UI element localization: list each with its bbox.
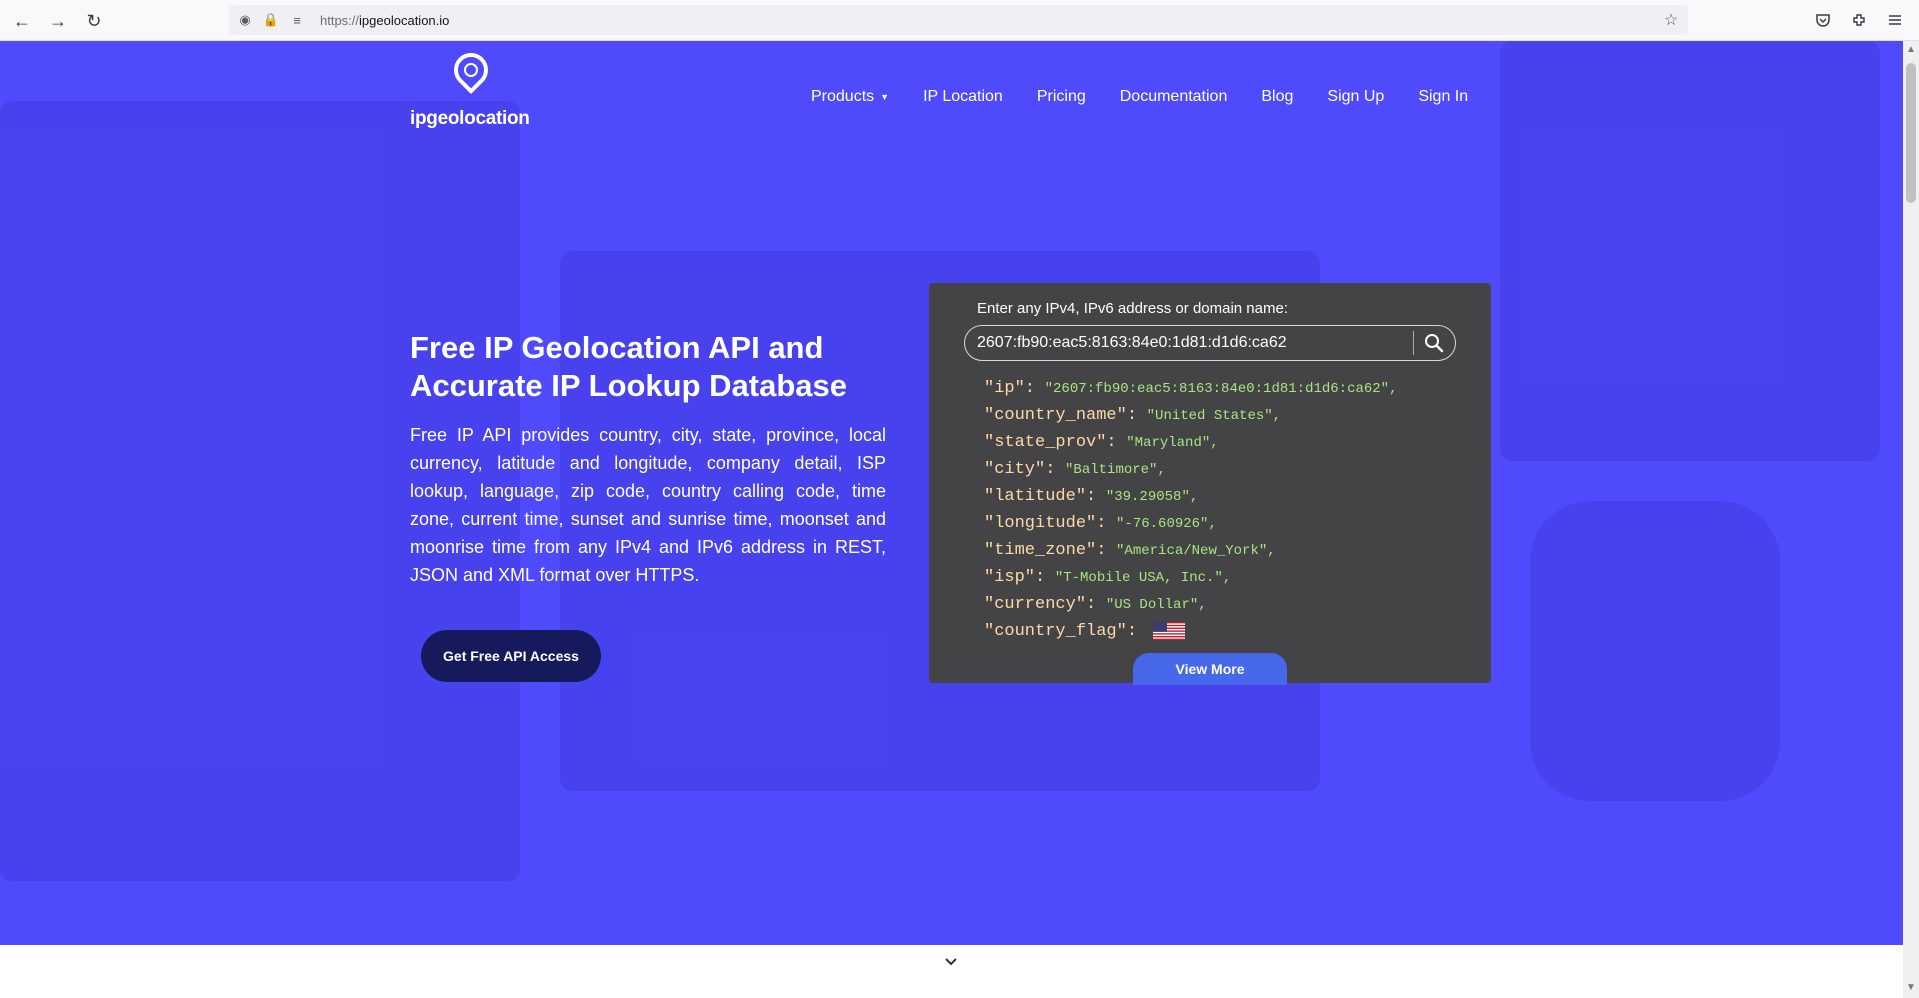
json-row: "ip": "2607:fb90:eac5:8163:84e0:1d81:d1d… xyxy=(984,379,1398,398)
pocket-icon[interactable] xyxy=(1812,9,1834,31)
lookup-field xyxy=(964,325,1456,361)
extensions-icon[interactable] xyxy=(1848,9,1870,31)
chevron-down-icon[interactable] xyxy=(944,955,958,969)
logo-text: ipgeolocation xyxy=(410,108,530,129)
nav-products-label: Products xyxy=(811,88,875,105)
hero-description: Free IP API provides country, city, stat… xyxy=(410,425,886,585)
background-shape xyxy=(1530,501,1780,801)
background-shape xyxy=(1500,41,1880,461)
nav-documentation[interactable]: Documentation xyxy=(1120,88,1228,106)
scroll-down-icon[interactable]: ▼ xyxy=(1906,983,1916,993)
view-more-button[interactable]: View More xyxy=(1133,653,1287,685)
menu-icon[interactable] xyxy=(1884,9,1906,31)
json-row: "latitude": "39.29058", xyxy=(984,487,1199,506)
page-below-fold xyxy=(0,945,1903,998)
nav-sign-up[interactable]: Sign Up xyxy=(1327,88,1384,106)
shield-icon[interactable]: ◉ xyxy=(237,12,253,28)
get-free-api-access-button[interactable]: Get Free API Access xyxy=(421,630,601,682)
json-result: "ip": "2607:fb90:eac5:8163:84e0:1d81:d1d… xyxy=(984,375,1397,645)
ip-lookup-panel: Enter any IPv4, IPv6 address or domain n… xyxy=(929,283,1491,685)
json-row: "currency": "US Dollar", xyxy=(984,595,1207,614)
us-flag-icon xyxy=(1152,621,1185,640)
main-nav: Products ▼ IP Location Pricing Documentat… xyxy=(811,88,1502,106)
address-bar[interactable]: ◉ 🔒 ≡ https://ipgeolocation.io ☆ xyxy=(229,5,1688,35)
nav-ip-location[interactable]: IP Location xyxy=(923,88,1003,106)
lookup-label: Enter any IPv4, IPv6 address or domain n… xyxy=(977,300,1288,317)
json-row: "isp": "T-Mobile USA, Inc.", xyxy=(984,568,1232,587)
nav-products[interactable]: Products ▼ xyxy=(811,88,889,106)
nav-blog[interactable]: Blog xyxy=(1261,88,1293,106)
hero-section: ipgeolocation Products ▼ IP Location Pric… xyxy=(0,41,1903,945)
lock-icon[interactable]: 🔒 xyxy=(263,12,279,28)
reload-icon[interactable]: ↻ xyxy=(82,9,106,33)
globe-icon xyxy=(464,63,478,77)
url-text[interactable]: https://ipgeolocation.io xyxy=(320,13,449,28)
nav-sign-in[interactable]: Sign In xyxy=(1418,88,1468,106)
bookmark-star-icon[interactable]: ☆ xyxy=(1663,12,1679,29)
json-row: "city": "Baltimore", xyxy=(984,460,1166,479)
site-logo[interactable]: ipgeolocation xyxy=(410,45,535,133)
hero-title: Free IP Geolocation API and Accurate IP … xyxy=(410,330,848,403)
search-icon[interactable] xyxy=(1421,330,1447,356)
json-row: "state_prov": "Maryland", xyxy=(984,433,1219,452)
page-scrollbar[interactable]: ▲ ▼ xyxy=(1903,41,1919,998)
permissions-icon[interactable]: ≡ xyxy=(289,12,305,28)
browser-toolbar: ← → ↻ ◉ 🔒 ≡ https://ipgeolocation.io ☆ xyxy=(0,0,1919,41)
json-row: "time_zone": "America/New_York", xyxy=(984,541,1276,560)
back-icon[interactable]: ← xyxy=(10,9,34,33)
json-row: "longitude": "-76.60926", xyxy=(984,514,1217,533)
scroll-thumb[interactable] xyxy=(1906,63,1916,203)
scroll-up-icon[interactable]: ▲ xyxy=(1906,45,1916,55)
json-row: "country_flag": xyxy=(984,618,1397,645)
ip-search-input[interactable] xyxy=(977,332,1397,354)
json-row: "country_name": "United States", xyxy=(984,406,1282,425)
nav-pricing[interactable]: Pricing xyxy=(1037,88,1086,106)
forward-icon[interactable]: → xyxy=(46,9,70,33)
search-divider xyxy=(1413,331,1414,355)
caret-down-icon: ▼ xyxy=(880,91,890,102)
